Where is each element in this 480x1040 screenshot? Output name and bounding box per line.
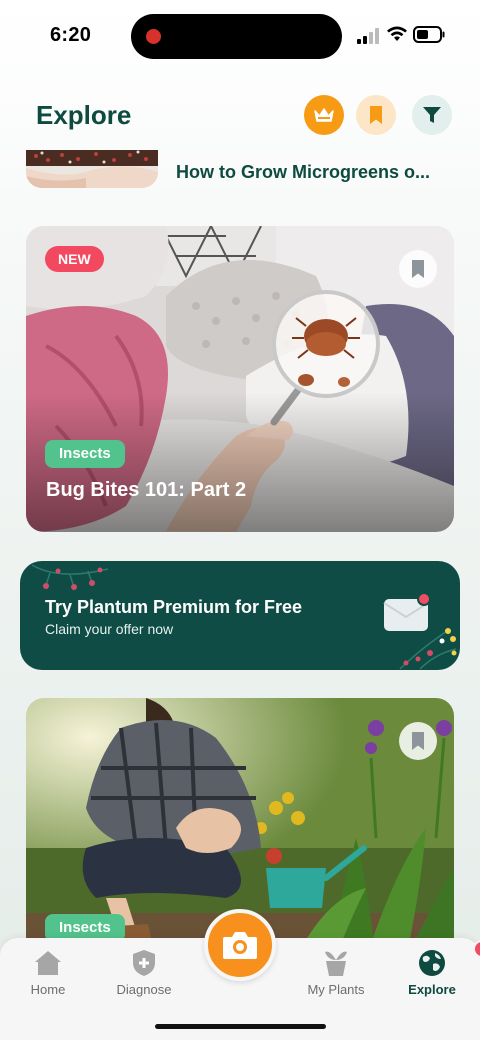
page-title: Explore [36, 100, 132, 130]
article-title: How to Grow Microgreens o... [176, 162, 431, 182]
nav-label: My Plants [307, 982, 365, 997]
status-time: 6:20 [50, 24, 92, 46]
crown-icon [314, 108, 334, 122]
flowers-decoration-icon [399, 628, 457, 670]
saved-articles-button[interactable] [356, 95, 396, 135]
promo-subtitle: Claim your offer now [45, 621, 174, 637]
card-title: Bug Bites 101: Part 2 [46, 479, 247, 501]
bookmark-icon [412, 260, 424, 278]
card-bookmark-button[interactable] [399, 722, 437, 760]
berries-decoration-icon [31, 564, 109, 590]
premium-button[interactable] [304, 95, 344, 135]
camera-scan-button[interactable] [204, 909, 276, 981]
cellular-signal-icon [357, 28, 379, 44]
promo-title: Try Plantum Premium for Free [45, 597, 303, 617]
microgreens-thumbnail [26, 150, 158, 188]
new-badge: NEW [45, 246, 104, 272]
bookmark-icon [412, 732, 424, 750]
battery-icon [413, 26, 445, 43]
category-tag: Insects [45, 440, 125, 468]
premium-promo-banner[interactable]: Try Plantum Premium for Free Claim your … [20, 561, 460, 670]
filter-icon [423, 107, 441, 123]
dynamic-island [131, 14, 342, 59]
home-indicator [155, 1024, 326, 1029]
nav-label: Diagnose [116, 982, 172, 997]
article-row-microgreens[interactable]: How to Grow Microgreens o... [26, 150, 466, 190]
card-bookmark-button[interactable] [399, 250, 437, 288]
camera-icon [223, 932, 257, 959]
plant-pot-icon [319, 946, 353, 980]
home-icon [31, 946, 65, 980]
recording-dot-icon [146, 29, 161, 44]
status-bar: 6:20 [0, 0, 480, 72]
bookmark-icon [370, 106, 382, 124]
nav-label: Explore [408, 982, 456, 997]
article-card-bug-bites[interactable]: NEW Insects Bug Bites 101: Part 2 [26, 226, 454, 532]
globe-icon [415, 940, 480, 980]
notification-dot [473, 940, 480, 958]
wifi-icon [387, 26, 407, 41]
shield-plus-icon [127, 946, 161, 980]
nav-label: Home [30, 982, 66, 997]
filter-button[interactable] [412, 95, 452, 135]
